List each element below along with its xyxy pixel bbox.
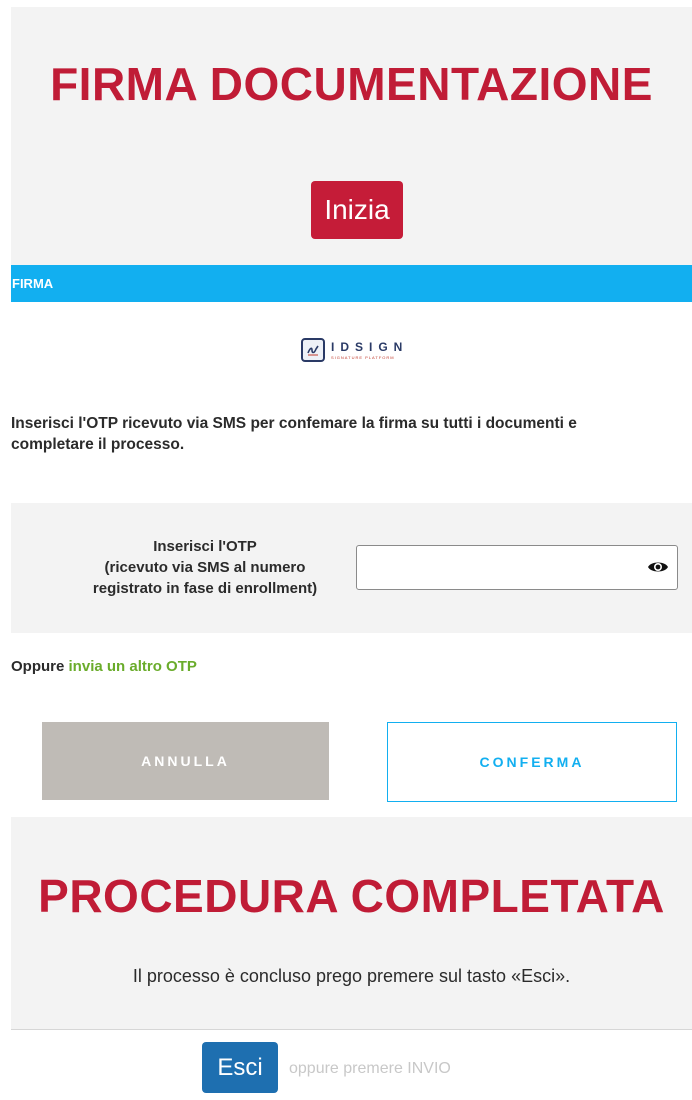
page-title: FIRMA DOCUMENTAZIONE	[50, 58, 653, 110]
resend-prefix: Oppure	[11, 658, 65, 675]
completion-panel: PROCEDURA COMPLETATA Il processo è concl…	[11, 817, 692, 1030]
instructions-line-1: Inserisci l'OTP ricevuto via SMS per con…	[11, 415, 577, 432]
logo-name: IDSIGN	[331, 340, 409, 354]
section-bar-label: FIRMA	[12, 276, 54, 291]
completion-title: PROCEDURA COMPLETATA	[38, 870, 665, 922]
otp-label-line-1: Inserisci l'OTP	[153, 538, 257, 555]
section-bar-firma: FIRMA	[11, 265, 692, 302]
start-button[interactable]: Inizia	[311, 181, 403, 239]
signature-icon	[301, 338, 325, 362]
idsign-logo: IDSIGN SIGNATURE PLATFORM	[301, 338, 408, 362]
show-password-eye-icon[interactable]	[647, 558, 669, 576]
otp-panel: Inserisci l'OTP (ricevuto via SMS al num…	[11, 503, 692, 633]
exit-hint: oppure premere INVIO	[289, 1060, 451, 1077]
otp-instructions: Inserisci l'OTP ricevuto via SMS per con…	[11, 413, 692, 455]
otp-input[interactable]	[357, 546, 637, 589]
otp-label-line-3: registrato in fase di enrollment)	[92, 580, 318, 597]
exit-button[interactable]: Esci	[202, 1042, 278, 1093]
otp-label-line-2: (ricevuto via SMS al numero	[104, 559, 306, 576]
logo-tagline: SIGNATURE PLATFORM	[331, 355, 395, 360]
otp-field	[356, 545, 678, 590]
cancel-button[interactable]: ANNULLA	[42, 722, 329, 800]
completion-message: Il processo è concluso prego premere sul…	[132, 966, 571, 986]
signature-card: IDSIGN SIGNATURE PLATFORM Inserisci l'OT…	[11, 302, 692, 817]
exit-row: Esci oppure premere INVIO	[11, 1030, 692, 1100]
otp-label: Inserisci l'OTP (ricevuto via SMS al num…	[65, 536, 345, 599]
confirm-button[interactable]: CONFERMA	[387, 722, 677, 802]
resend-otp-link[interactable]: invia un altro OTP	[69, 658, 197, 675]
resend-otp-row: Oppure invia un altro OTP	[11, 658, 197, 675]
instructions-line-2: completare il processo.	[11, 436, 185, 453]
header-panel: FIRMA DOCUMENTAZIONE Inizia	[11, 7, 692, 265]
page-container: FIRMA DOCUMENTAZIONE Inizia FIRMA IDSIGN…	[11, 7, 692, 1100]
